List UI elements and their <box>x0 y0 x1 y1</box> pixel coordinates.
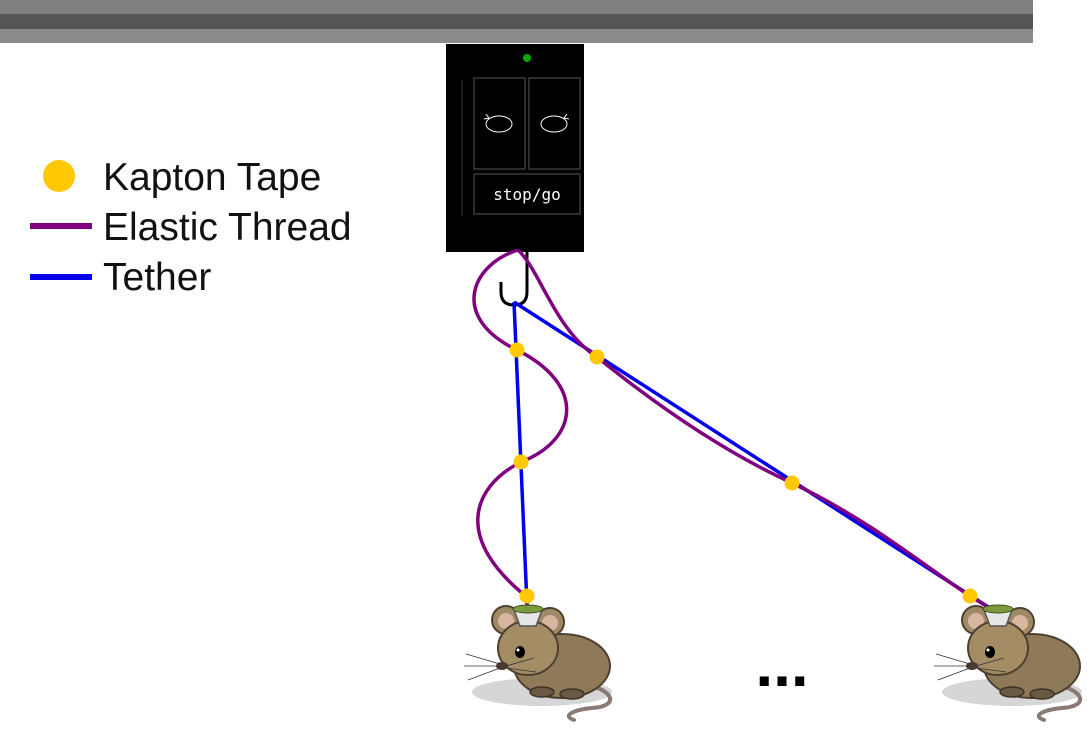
rotary-device: stop/go <box>446 44 584 252</box>
legend-kapton-tape-label: Kapton Tape <box>103 156 321 199</box>
ellipsis-more-animals: ... <box>755 628 808 700</box>
kapton-tape-dot <box>784 475 800 491</box>
diagram-canvas: Kapton Tape Elastic Thread Tether stop/g… <box>0 0 1084 722</box>
stop-go-label: stop/go <box>493 185 560 204</box>
kapton-tape-dot <box>519 588 535 604</box>
elastic-threads <box>472 248 997 614</box>
kapton-tape-dot <box>509 342 525 358</box>
indicator-light <box>523 54 531 62</box>
legend-elastic-thread-label: Elastic Thread <box>103 206 352 249</box>
legend-elastic-thread-swatch <box>30 223 92 229</box>
kapton-tape-dot <box>962 588 978 604</box>
kapton-tape-dot <box>513 454 529 470</box>
hook <box>499 252 529 307</box>
kapton-tape-dot <box>589 349 605 365</box>
rotate-left-button[interactable] <box>473 77 526 170</box>
ceiling-rail <box>0 0 1033 43</box>
legend-kapton-tape-swatch <box>43 160 75 192</box>
stop-go-button[interactable]: stop/go <box>473 173 581 215</box>
legend: Kapton Tape Elastic Thread Tether <box>30 156 352 299</box>
legend-tether-swatch <box>30 274 92 280</box>
kapton-tape-points <box>509 342 978 604</box>
mouse-right <box>932 603 1084 722</box>
mouse-left <box>462 603 614 722</box>
legend-tether-label: Tether <box>103 256 211 299</box>
elastic-thread-right <box>516 248 997 614</box>
rotate-right-button[interactable] <box>528 77 581 170</box>
